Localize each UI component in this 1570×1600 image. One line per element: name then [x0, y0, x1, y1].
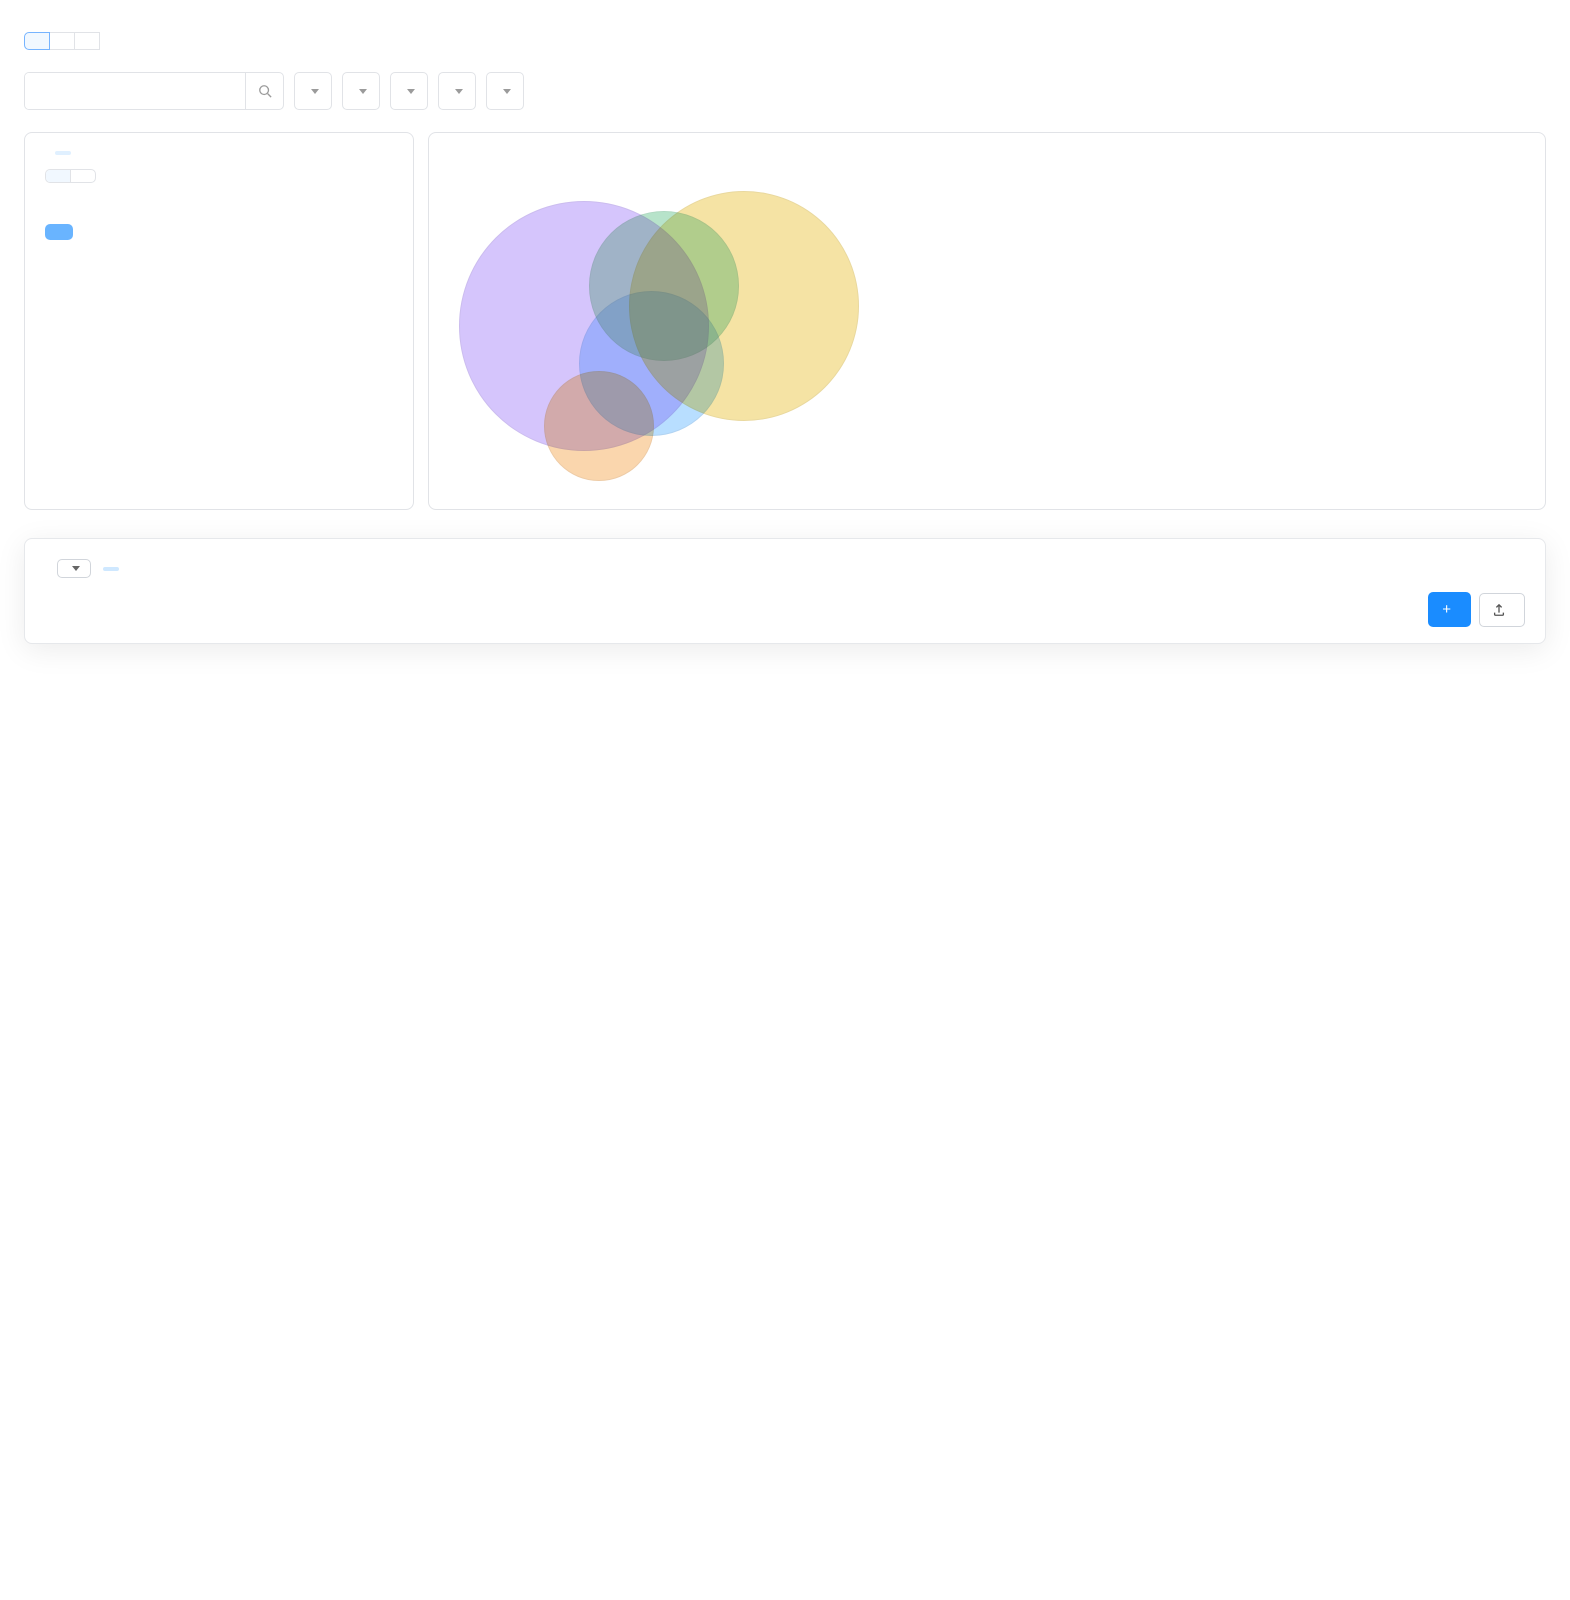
top-opportunities-card [24, 132, 414, 510]
you-badge [103, 567, 119, 571]
filter-kd[interactable] [390, 72, 428, 110]
details-domain-select[interactable] [57, 559, 91, 578]
keyword-filter-input[interactable] [25, 73, 245, 109]
add-to-keyword-list-button[interactable]: + [1428, 592, 1471, 627]
filter-advanced[interactable] [486, 72, 524, 110]
you-badge [55, 151, 71, 155]
filter-intent[interactable] [438, 72, 476, 110]
tab-pla[interactable] [74, 32, 100, 50]
tab-organic[interactable] [24, 32, 50, 50]
filter-position[interactable] [294, 72, 332, 110]
opp-tab-missing[interactable] [46, 170, 71, 182]
tab-paid[interactable] [49, 32, 75, 50]
filter-volume[interactable] [342, 72, 380, 110]
export-button[interactable] [1479, 593, 1525, 627]
view-details-button[interactable] [45, 224, 73, 240]
keyword-details-panel: + [24, 538, 1546, 644]
search-icon[interactable] [245, 73, 283, 109]
keyword-overlap-card [428, 132, 1546, 510]
keyword-filter-input-wrap [24, 72, 284, 110]
opp-tab-weak[interactable] [71, 170, 95, 182]
venn-diagram [449, 161, 869, 491]
